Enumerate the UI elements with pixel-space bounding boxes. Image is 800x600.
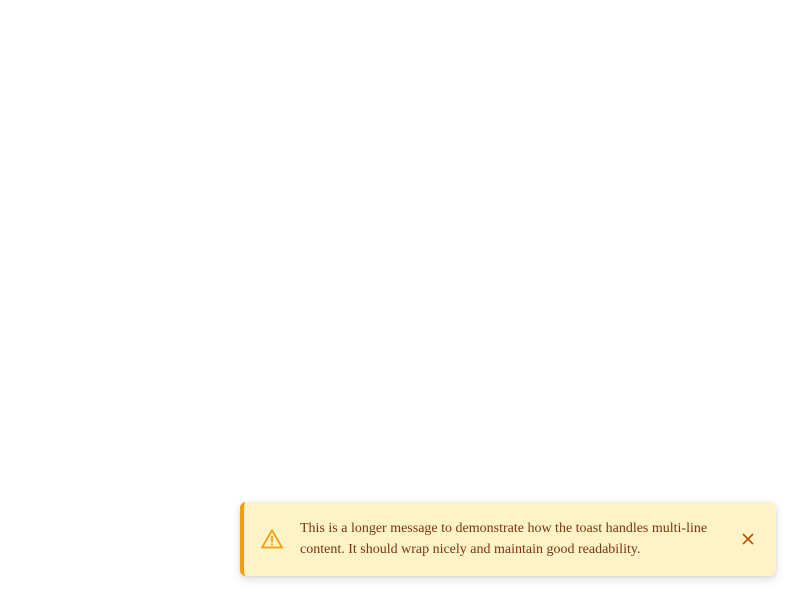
close-icon[interactable] xyxy=(741,532,755,546)
close-button[interactable] xyxy=(736,527,760,551)
toast-message: This is a longer message to demonstrate … xyxy=(300,521,708,557)
warning-triangle-icon xyxy=(259,526,285,552)
warning-toast: This is a longer message to demonstrate … xyxy=(240,502,776,576)
page: This is a longer message to demonstrate … xyxy=(0,0,800,600)
